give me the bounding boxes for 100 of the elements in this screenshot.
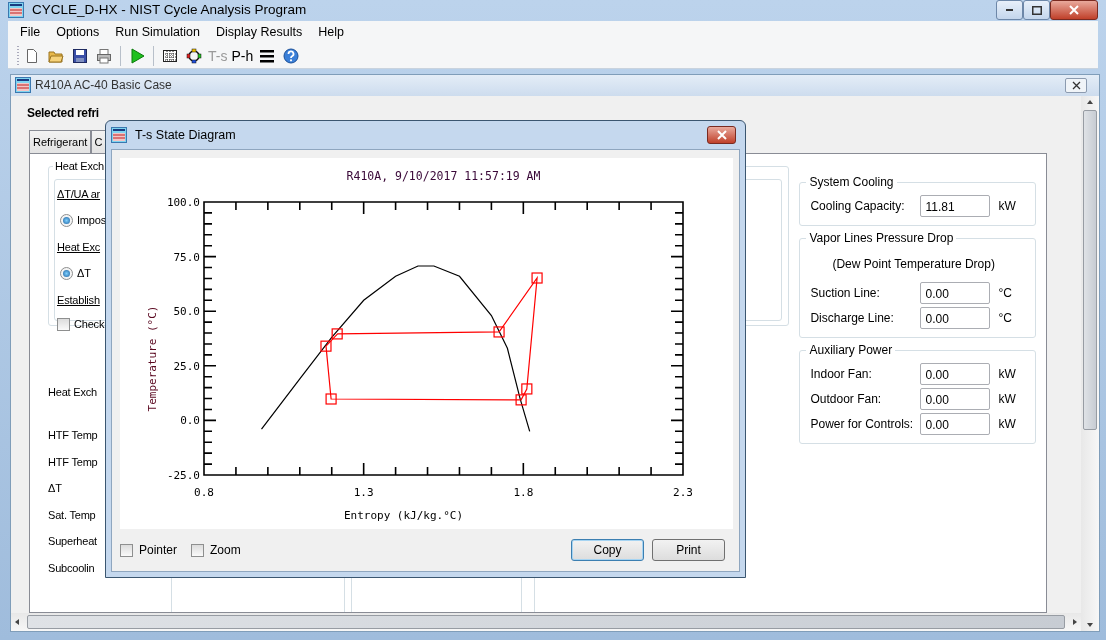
unit-label: kW: [998, 366, 1016, 383]
tick-label: 0.0: [180, 414, 200, 428]
printer-icon[interactable]: [96, 47, 112, 64]
input-field[interactable]: 0.00: [920, 307, 991, 329]
unit-label: kW: [998, 416, 1016, 433]
input-field[interactable]: 11.81: [920, 195, 991, 217]
state-point-marker: [521, 383, 533, 395]
close-button[interactable]: [707, 126, 736, 144]
checkbox-label: Check: [74, 316, 105, 332]
dialog-button[interactable]: Copy: [571, 539, 644, 561]
document-logo-icon: [15, 77, 31, 93]
section-heading: ΔT/UA ar: [57, 186, 101, 202]
minimize-button[interactable]: [996, 0, 1023, 20]
radio-button[interactable]: [60, 267, 73, 280]
input-field[interactable]: 0.00: [920, 282, 991, 304]
field-label: Outdoor Fan:: [810, 391, 883, 408]
group-note: (Dew Point Temperature Drop): [831, 256, 996, 273]
section-heading: Establish: [57, 292, 100, 308]
menu-item[interactable]: File: [12, 20, 49, 44]
menu-item[interactable]: Run Simulation: [107, 20, 208, 44]
unit-label: °C: [998, 310, 1012, 327]
document-title: R410A AC-40 Basic Case: [35, 77, 172, 94]
play-icon[interactable]: [129, 47, 145, 64]
axis-label: Temperature (°C): [146, 305, 159, 412]
vertical-scrollbar[interactable]: [1081, 95, 1099, 631]
scroll-up-icon: [1087, 99, 1093, 104]
horizontal-scrollbar[interactable]: [11, 613, 1081, 631]
tick-label: 1.8: [513, 486, 534, 499]
row-label: Sat. Temp: [48, 508, 96, 521]
close-icon: [1069, 5, 1079, 15]
selected-refrigerant-label: Selected refri: [27, 105, 99, 120]
field-label: Suction Line:: [810, 285, 881, 302]
field-label: Power for Controls:: [810, 416, 915, 433]
group-title: Vapor Lines Pressure Drop: [806, 231, 957, 245]
radio-label: Impos: [77, 213, 106, 229]
unit-label: kW: [998, 198, 1016, 215]
checkbox-label: Pointer: [139, 542, 178, 559]
menu-item[interactable]: Options: [48, 20, 108, 44]
group-title: Auxiliary Power: [806, 343, 896, 357]
close-icon: [716, 130, 727, 140]
scroll-left-icon: [15, 619, 19, 625]
state-point-marker: [320, 340, 332, 352]
close-button[interactable]: [1065, 77, 1087, 93]
tick-label: 25.0: [173, 359, 200, 373]
checkbox[interactable]: [57, 317, 70, 331]
row-label: HTF Temp: [48, 429, 98, 441]
close-button[interactable]: [1050, 0, 1098, 20]
three-lines-icon[interactable]: [259, 47, 276, 64]
maximize-button[interactable]: [1023, 0, 1050, 20]
row-label: Subcoolin: [48, 561, 95, 574]
close-icon: [1071, 80, 1081, 90]
row-label: ΔT: [48, 482, 62, 494]
row-label: HTF Temp: [48, 455, 98, 468]
checkbox[interactable]: [191, 543, 205, 557]
input-field[interactable]: 0.00: [920, 388, 991, 410]
input-field[interactable]: 0.00: [920, 363, 991, 385]
window-title: CYCLE_D-HX - NIST Cycle Analysis Program: [32, 1, 307, 20]
radio-button[interactable]: [60, 214, 73, 227]
field-label: Indoor Fan:: [810, 366, 873, 383]
state-point-marker: [331, 328, 343, 340]
state-point-marker: [531, 272, 543, 284]
table-grid-icon[interactable]: [162, 47, 178, 64]
tick-label: 1.3: [353, 486, 374, 499]
dialog-logo-icon: [111, 127, 127, 143]
toolbar-button[interactable]: P-h: [229, 44, 256, 67]
checkbox[interactable]: [120, 543, 133, 557]
state-point-marker: [325, 393, 337, 405]
cycle-diagram-icon[interactable]: [186, 47, 202, 64]
maximize-icon: [1031, 5, 1042, 15]
scrollbar-thumb[interactable]: [1083, 109, 1097, 430]
tick-label: 0.8: [194, 486, 214, 499]
menu-item[interactable]: Help: [310, 20, 352, 44]
group-title: Heat Exch: [53, 159, 106, 173]
state-point-marker: [493, 326, 505, 338]
field-label: Cooling Capacity:: [810, 198, 906, 215]
scrollbar-thumb[interactable]: [27, 615, 1065, 629]
unit-label: kW: [998, 391, 1016, 408]
tab[interactable]: Refrigerant: [29, 129, 92, 153]
scroll-right-icon: [1073, 619, 1077, 625]
scroll-down-icon: [1087, 623, 1093, 627]
field-label: Discharge Line:: [810, 310, 895, 327]
dialog-title: T-s State Diagram: [135, 126, 236, 144]
unit-label: °C: [998, 285, 1012, 302]
row-label: Superheat: [48, 535, 97, 547]
new-document-icon[interactable]: [24, 47, 40, 64]
group-title: System Cooling: [806, 175, 897, 189]
tick-label: -25.0: [166, 469, 200, 482]
row-label: Heat Exch: [48, 386, 97, 398]
tick-label: 2.3: [673, 486, 693, 499]
help-icon[interactable]: [283, 47, 300, 64]
axis-label: Entropy (kJ/kg.°C): [343, 509, 464, 522]
state-point-marker: [515, 394, 527, 406]
menu-item[interactable]: Display Results: [208, 20, 311, 44]
dialog-button[interactable]: Print: [652, 539, 725, 561]
radio-label: ΔT: [77, 266, 91, 282]
minimize-icon: [1006, 9, 1013, 11]
input-field[interactable]: 0.00: [920, 413, 991, 435]
tick-label: 50.0: [173, 305, 200, 319]
tick-label: 100.0: [166, 196, 200, 209]
chart-title: R410A, 9/10/2017 11:57:19 AM: [346, 169, 541, 183]
